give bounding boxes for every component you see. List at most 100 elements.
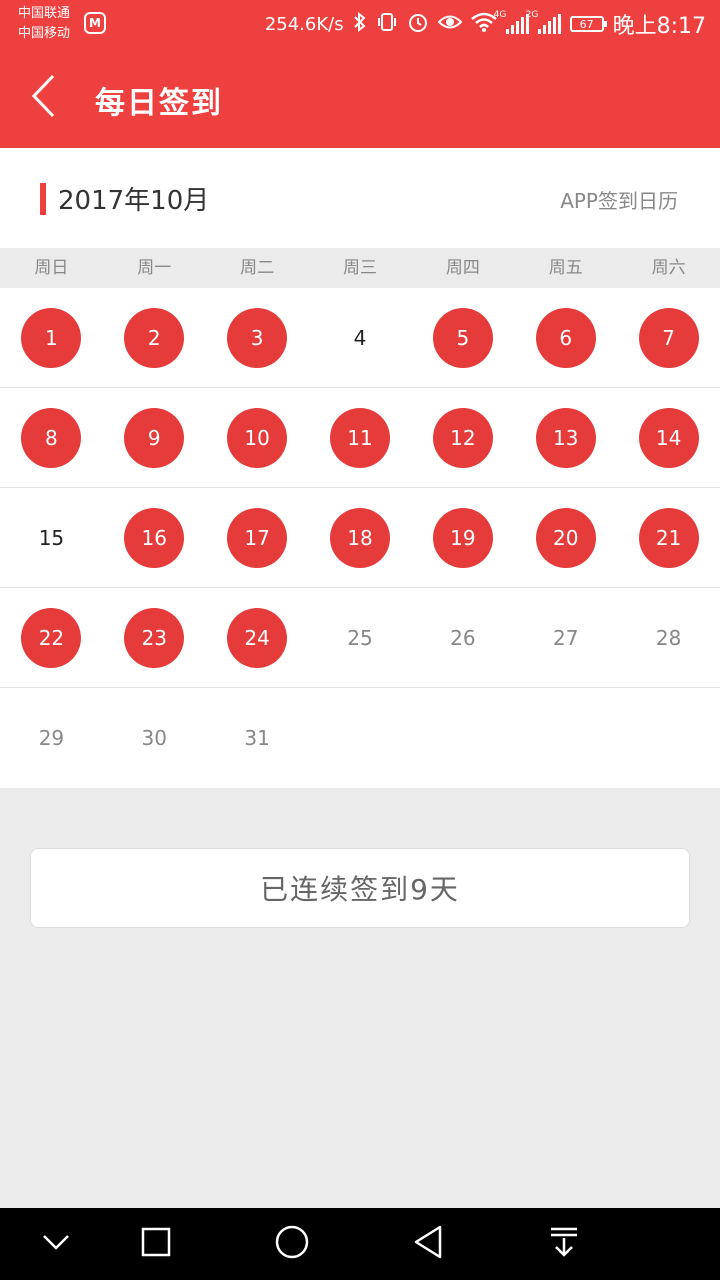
eye-icon [437, 13, 463, 36]
triangle-back-icon [413, 1225, 443, 1263]
calendar-cell[interactable]: 28 [617, 588, 720, 687]
battery-icon: 67 [569, 16, 607, 32]
calendar-week-row: 123 4 567 [0, 288, 720, 388]
calendar-cell[interactable]: 20 [514, 488, 617, 587]
calendar-week-row: 15 16 17 18 19 20 21 [0, 488, 720, 588]
calendar-cell[interactable]: 11 [309, 388, 412, 487]
calendar-cell[interactable]: 17 [206, 488, 309, 587]
calendar-week-row: 8 9 10 11 12 13 14 [0, 388, 720, 488]
streak-card: 已连续签到9天 [30, 848, 690, 928]
signed-day: 12 [432, 407, 493, 468]
weekday-label: 周二 [240, 258, 275, 278]
bluetooth-icon [353, 11, 367, 37]
calendar-cell[interactable]: 6 [514, 288, 617, 387]
calendar-day: 28 [655, 625, 682, 650]
signed-day: 5 [432, 307, 493, 368]
month-header: 2017年10月 APP签到日历 [0, 148, 720, 248]
calendar-day: 15 [38, 525, 65, 550]
circle-icon [275, 1225, 309, 1263]
calendar-week-row: 29 30 31 [0, 688, 720, 788]
nav-notification-button[interactable] [542, 1222, 586, 1266]
nav-home-button[interactable] [270, 1222, 314, 1266]
signed-day: 19 [432, 507, 493, 568]
signed-day: 23 [124, 607, 185, 668]
calendar-cell[interactable]: 13 [514, 388, 617, 487]
nav-back-button[interactable] [406, 1222, 450, 1266]
calendar-cell[interactable]: 19 [411, 488, 514, 587]
calendar-cell[interactable]: 4 [309, 288, 412, 387]
month-label: 2017年10月 [58, 186, 210, 216]
chevron-left-icon [29, 73, 59, 123]
nav-recent-button[interactable] [134, 1222, 178, 1266]
signed-day: 6 [535, 307, 596, 368]
calendar-grid: 1 2 3 4 5 6 7 8 9 10 11 12 13 14 15 16 17 18 19 20 21 22 23 24 2… [0, 288, 720, 788]
calendar-cell[interactable]: 30 [103, 688, 206, 788]
calendar-cell[interactable]: 26 [411, 588, 514, 687]
carrier-info: 中国联通 中国移动 [18, 4, 70, 44]
app-notification-icon: M [84, 12, 106, 34]
status-bar: 中国联通 中国移动 M 254.6K/s 4G 2G 67 晚上8:17 [0, 0, 720, 48]
calendar-cell[interactable]: 1 [0, 288, 103, 387]
signed-day: 8 [21, 407, 82, 468]
calendar-cell[interactable]: 16 [103, 488, 206, 587]
calendar-cell [617, 688, 720, 788]
calendar-day: 31 [244, 726, 270, 750]
calendar-cell[interactable]: 27 [514, 588, 617, 687]
calendar-cell[interactable]: 7 [617, 288, 720, 387]
calendar-cell [514, 688, 617, 788]
calendar-cell[interactable]: 9 [103, 388, 206, 487]
weekday-label: 周六 [651, 258, 686, 278]
calendar-cell[interactable]: 3 [206, 288, 309, 387]
net-speed: 254.6K/s [264, 13, 344, 35]
signed-day: 10 [227, 407, 288, 468]
calendar-cell[interactable]: 24 [206, 588, 309, 687]
weekday-header: 周日 周一 周二 周三 周四 周五 周六 [0, 248, 720, 288]
calendar-cell[interactable]: 21 [617, 488, 720, 587]
calendar-cell[interactable]: 8 [0, 388, 103, 487]
signed-day: 18 [330, 507, 390, 568]
signed-day: 21 [638, 507, 699, 568]
clock: 晚上8:17 [612, 14, 706, 39]
signed-day: 17 [227, 507, 288, 568]
alarm-icon [407, 11, 429, 38]
calendar-cell[interactable]: 12 [411, 388, 514, 487]
signed-day: 9 [124, 407, 185, 468]
calendar-cell [411, 688, 514, 788]
battery-level: 67 [579, 17, 594, 31]
signed-day: 1 [21, 307, 82, 368]
weekday-label: 周三 [343, 258, 377, 278]
chevron-down-icon [42, 1233, 70, 1255]
streak-text: 已连续签到9天 [260, 873, 460, 906]
calendar-day: 4 [353, 325, 367, 350]
calendar-cell[interactable]: 18 [309, 488, 412, 587]
back-button[interactable] [16, 70, 72, 126]
nav-collapse-button[interactable] [34, 1222, 78, 1266]
calendar-day: 26 [450, 625, 476, 650]
weekday-label: 周日 [34, 258, 69, 278]
signed-day: 3 [227, 307, 288, 368]
calendar-cell[interactable]: 22 [0, 588, 103, 687]
calendar-cell[interactable]: 14 [617, 388, 720, 487]
calendar-cell[interactable]: 2 [103, 288, 206, 387]
app-calendar-link[interactable]: APP签到日历 [560, 185, 678, 214]
carrier-1: 中国联通 [18, 6, 71, 21]
calendar-cell[interactable]: 25 [309, 588, 412, 687]
weekday-label: 周四 [445, 258, 480, 278]
calendar-cell[interactable]: 15 [0, 488, 103, 587]
square-icon [141, 1227, 171, 1261]
calendar-day: 27 [552, 625, 579, 650]
calendar-cell[interactable]: 23 [103, 588, 206, 687]
calendar-day: 25 [347, 625, 373, 650]
signed-day: 7 [638, 307, 699, 368]
calendar-cell[interactable]: 5 [411, 288, 514, 387]
signed-day: 14 [638, 407, 699, 468]
vibrate-icon [376, 12, 398, 37]
status-icons: 254.6K/s 4G 2G 67 晚上8:17 [264, 10, 706, 39]
calendar-cell[interactable]: 29 [0, 688, 103, 788]
signed-day: 13 [535, 407, 596, 468]
calendar-cell[interactable]: 31 [206, 688, 309, 788]
signed-day: 20 [535, 507, 596, 568]
carrier-2: 中国移动 [18, 26, 71, 41]
pull-down-icon [549, 1226, 579, 1262]
calendar-cell[interactable]: 10 [206, 388, 309, 487]
